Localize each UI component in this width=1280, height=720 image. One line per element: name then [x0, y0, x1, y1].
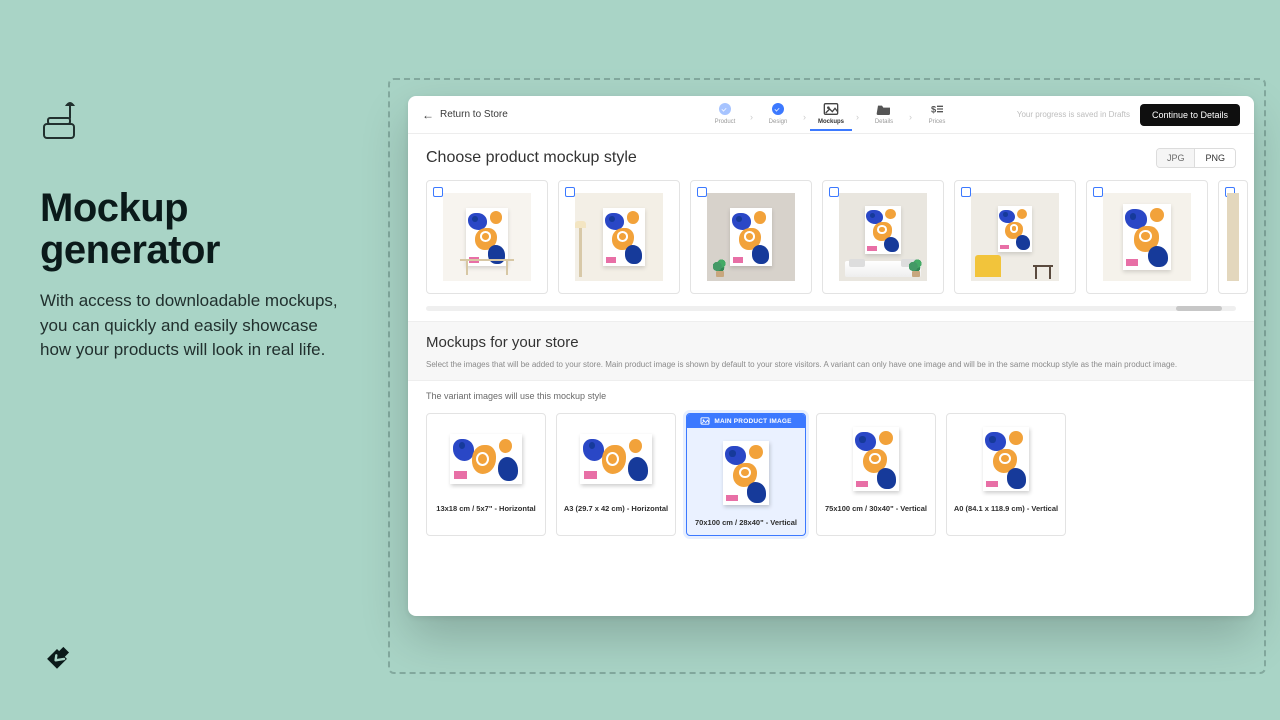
store-variant-card[interactable]: A3 (29.7 x 42 cm) - Horizontal [556, 413, 676, 536]
checkbox[interactable] [697, 187, 707, 197]
choose-style-heading: Choose product mockup style [426, 149, 637, 167]
format-png[interactable]: PNG [1194, 149, 1235, 167]
continue-button[interactable]: Continue to Details [1140, 104, 1240, 126]
checkbox[interactable] [829, 187, 839, 197]
variant-thumbnail [947, 414, 1065, 498]
check-icon [719, 103, 731, 115]
mockup-style-card[interactable] [1218, 180, 1248, 294]
chevron-right-icon: › [909, 112, 912, 122]
step-mockups[interactable]: Mockups [810, 99, 852, 131]
mockup-style-card[interactable] [822, 180, 944, 294]
check-icon [772, 103, 784, 115]
variant-label: 70x100 cm / 28x40" - Vertical [691, 512, 801, 535]
lamp-icon [40, 100, 340, 147]
variant-thumbnail [557, 414, 675, 498]
format-toggle[interactable]: JPG PNG [1156, 148, 1236, 168]
mockup-style-card[interactable] [954, 180, 1076, 294]
mockup-style-card[interactable] [690, 180, 812, 294]
store-mockups-help: Select the images that will be added to … [426, 359, 1236, 370]
promo-description: With access to downloadable mockups, you… [40, 289, 340, 363]
step-prices[interactable]: $ Prices [916, 99, 958, 125]
promo-title: Mockup generator [40, 187, 340, 271]
folder-icon [876, 101, 892, 117]
draft-status: Your progress is saved in Drafts [1017, 110, 1130, 119]
store-variants-row: 13x18 cm / 5x7" - Horizontal A3 (29.7 x 4… [408, 403, 1254, 552]
gallery-scrollbar[interactable] [426, 306, 1236, 311]
variant-thumbnail [687, 428, 805, 512]
variant-thumbnail [427, 414, 545, 498]
app-window: ← Return to Store Product › Design › Moc… [408, 96, 1254, 616]
variant-label: 13x18 cm / 5x7" - Horizontal [432, 498, 539, 521]
store-variant-card[interactable]: 13x18 cm / 5x7" - Horizontal [426, 413, 546, 536]
choose-style-section: Choose product mockup style JPG PNG [408, 134, 1254, 168]
mockup-style-gallery[interactable] [408, 168, 1254, 302]
variant-label: A3 (29.7 x 42 cm) - Horizontal [560, 498, 672, 521]
format-jpg[interactable]: JPG [1157, 149, 1195, 167]
store-variant-card[interactable]: 75x100 cm / 30x40" - Vertical [816, 413, 936, 536]
store-mockups-heading: Mockups for your store [426, 334, 1236, 351]
mockup-style-card[interactable] [1086, 180, 1208, 294]
step-details[interactable]: Details [863, 99, 905, 125]
variant-thumbnail [817, 414, 935, 498]
variant-label: 75x100 cm / 30x40" - Vertical [821, 498, 931, 521]
topbar: ← Return to Store Product › Design › Moc… [408, 96, 1254, 134]
step-product[interactable]: Product [704, 99, 746, 125]
checkbox[interactable] [1093, 187, 1103, 197]
svg-text:$: $ [931, 104, 937, 114]
checkbox[interactable] [433, 187, 443, 197]
variant-note: The variant images will use this mockup … [408, 381, 1254, 403]
scrollbar-thumb[interactable] [1176, 306, 1222, 311]
step-design[interactable]: Design [757, 99, 799, 125]
chevron-right-icon: › [803, 112, 806, 122]
main-product-badge: MAIN PRODUCT IMAGE [687, 414, 805, 428]
price-icon: $ [929, 101, 945, 117]
image-icon [700, 417, 710, 425]
checkbox[interactable] [961, 187, 971, 197]
brand-logo [40, 641, 74, 680]
arrow-left-icon: ← [422, 108, 434, 122]
store-mockups-section: Mockups for your store Select the images… [408, 321, 1254, 381]
variant-label: A0 (84.1 x 118.9 cm) - Vertical [950, 498, 1062, 521]
return-to-store-link[interactable]: ← Return to Store [422, 108, 508, 122]
mockup-style-card[interactable] [426, 180, 548, 294]
chevron-right-icon: › [750, 112, 753, 122]
image-icon [823, 101, 839, 117]
mockup-style-card[interactable] [558, 180, 680, 294]
checkbox[interactable] [565, 187, 575, 197]
return-label: Return to Store [440, 109, 508, 120]
store-variant-card[interactable]: MAIN PRODUCT IMAGE 70x100 cm / 28x40" - V… [686, 413, 806, 536]
progress-steps: Product › Design › Mockups › Details [704, 99, 958, 131]
chevron-right-icon: › [856, 112, 859, 122]
promo-panel: Mockup generator With access to download… [40, 100, 340, 363]
store-variant-card[interactable]: A0 (84.1 x 118.9 cm) - Vertical [946, 413, 1066, 536]
